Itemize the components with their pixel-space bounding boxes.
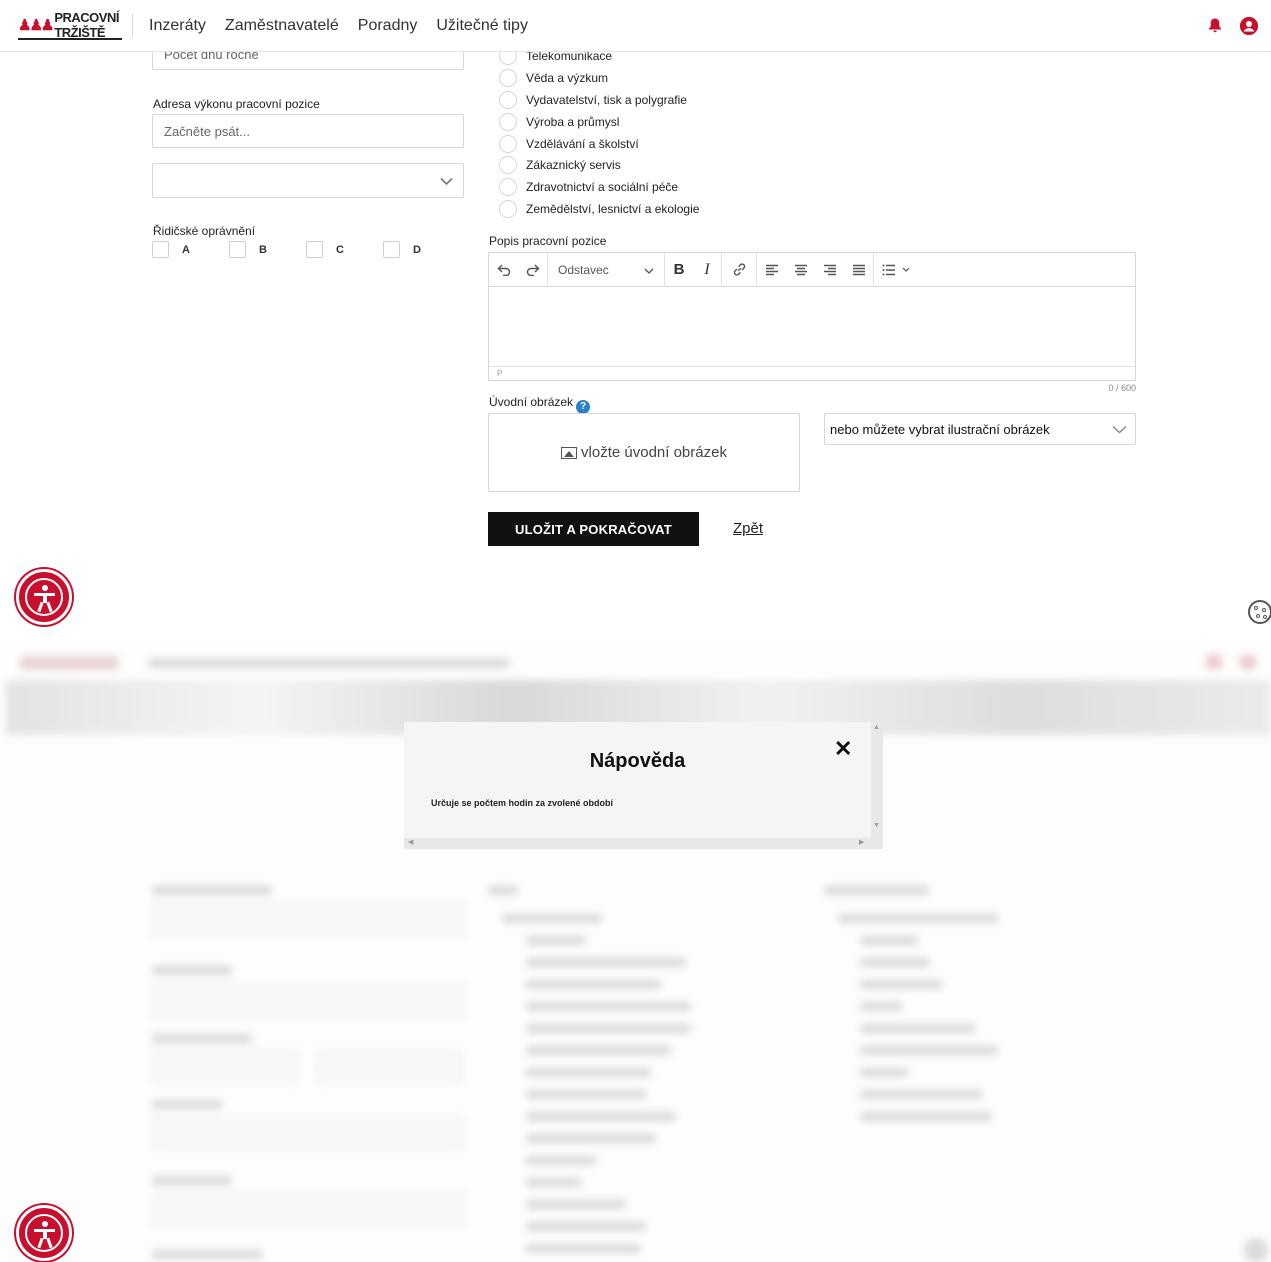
checkbox[interactable]: [229, 241, 246, 258]
intro-image-label-text: Úvodní obrázek: [489, 395, 574, 409]
align-center-icon[interactable]: [786, 253, 815, 287]
scroll-right-arrow-icon[interactable]: ▶: [859, 838, 864, 846]
nav-item-inzeraty[interactable]: Inzeráty: [149, 17, 206, 35]
sector-option[interactable]: Výroba a průmysl: [499, 111, 699, 133]
scroll-down-arrow-icon[interactable]: ▼: [873, 822, 880, 829]
driving-license-options: A B C D: [152, 241, 460, 258]
align-justify-icon[interactable]: [844, 253, 873, 287]
undo-icon[interactable]: [489, 253, 519, 287]
help-modal: Nápověda ✕ Určuje se počtem hodin za zvo…: [404, 722, 883, 849]
close-icon[interactable]: ✕: [834, 736, 852, 762]
align-right-icon[interactable]: [815, 253, 844, 287]
license-label-c: C: [336, 243, 344, 256]
sector-label: Věda a výzkum: [526, 70, 609, 85]
chevron-down-icon: [902, 267, 910, 272]
license-checkbox-a[interactable]: A: [152, 241, 229, 258]
editor-toolbar: Odstavec B I: [489, 252, 1135, 287]
accessibility-button[interactable]: [16, 1205, 72, 1261]
sector-label: Zdravotnictví a sociální péče: [526, 180, 679, 195]
upload-text: vložte úvodní obrázek: [581, 444, 727, 461]
editor-path-status: P: [489, 366, 1135, 380]
sector-label: Výroba a průmysl: [526, 114, 620, 129]
sector-option[interactable]: Vzdělávání a školství: [499, 133, 699, 155]
description-label: Popis pracovní pozice: [489, 234, 607, 248]
address-placeholder: Začněte psát...: [164, 123, 250, 139]
chevron-down-icon: [1112, 422, 1127, 437]
illustration-select-value: nebo můžete vybrat ilustrační obrázek: [830, 421, 1050, 437]
address-input[interactable]: Začněte psát...: [152, 114, 464, 148]
sector-option[interactable]: Zemědělství, lesnictví a ekologie: [499, 198, 699, 220]
license-label-d: D: [413, 243, 421, 256]
sector-label: Vzdělávání a školství: [526, 136, 639, 151]
top-navigation-bar: ♟♟♟ PRACOVNÍ TRŽIŠTĚ Inzeráty Zaměstnava…: [0, 0, 1271, 52]
nav-item-poradny[interactable]: Poradny: [358, 17, 418, 35]
nav-item-uzitecne-tipy[interactable]: Užitečné tipy: [436, 17, 528, 35]
save-and-continue-button[interactable]: ULOŽIT A POKRAČOVAT: [488, 512, 699, 546]
help-icon[interactable]: ?: [576, 400, 591, 414]
align-left-icon[interactable]: [757, 253, 786, 287]
radio[interactable]: [499, 68, 517, 87]
license-label-b: B: [259, 243, 267, 256]
italic-button[interactable]: I: [693, 253, 721, 287]
back-link[interactable]: Zpět: [733, 520, 763, 537]
scroll-up-arrow-icon[interactable]: ▲: [873, 724, 880, 731]
user-icon[interactable]: [1240, 17, 1258, 35]
chevron-down-icon: [440, 173, 453, 188]
editor-content-area[interactable]: [489, 287, 1135, 366]
address-label: Adresa výkonu pracovní pozice: [153, 97, 320, 111]
radio[interactable]: [499, 200, 517, 219]
modal-title: Nápověda: [589, 750, 686, 772]
scroll-left-arrow-icon[interactable]: ◀: [408, 838, 413, 846]
sector-option[interactable]: Vydavatelství, tisk a polygrafie: [499, 89, 699, 111]
cookie-settings-icon[interactable]: [1248, 600, 1271, 624]
link-icon[interactable]: [722, 253, 756, 287]
intro-image-label: Úvodní obrázek?: [489, 395, 591, 414]
checkbox[interactable]: [152, 241, 169, 258]
sector-radio-list: Telekomunikace Věda a výzkum Vydavatelst…: [499, 45, 699, 220]
accessibility-button[interactable]: [16, 569, 72, 625]
logo-text: PRACOVNÍ TRŽIŠTĚ: [54, 10, 119, 40]
bulleted-list-icon[interactable]: [874, 253, 918, 287]
bold-button[interactable]: B: [665, 253, 693, 287]
license-label-a: A: [182, 243, 190, 256]
redo-icon[interactable]: [519, 253, 547, 287]
checkbox[interactable]: [306, 241, 323, 258]
radio[interactable]: [499, 90, 517, 109]
accessibility-icon: [25, 1214, 63, 1252]
sector-label: Zákaznický servis: [526, 158, 621, 173]
radio[interactable]: [499, 156, 517, 175]
rich-text-editor: Odstavec B I P: [488, 252, 1136, 381]
sector-option[interactable]: Zdravotnictví a sociální péče: [499, 176, 699, 198]
nav-item-zamestnavatele[interactable]: Zaměstnavatelé: [225, 17, 339, 35]
sector-label: Vydavatelství, tisk a polygrafie: [526, 92, 687, 107]
character-counter: 0 / 600: [1108, 383, 1136, 393]
paragraph-style-value: Odstavec: [558, 262, 609, 277]
bell-icon[interactable]: [1206, 17, 1224, 35]
sector-option[interactable]: Zákaznický servis: [499, 154, 699, 176]
radio[interactable]: [499, 134, 517, 153]
checkbox[interactable]: [383, 241, 400, 258]
radio[interactable]: [499, 178, 517, 197]
main-nav: Inzeráty Zaměstnavatelé Poradny Užitečné…: [149, 17, 528, 35]
radio[interactable]: [499, 112, 517, 131]
sector-option[interactable]: Věda a výzkum: [499, 67, 699, 89]
license-checkbox-b[interactable]: B: [229, 241, 306, 258]
chevron-down-icon: [644, 263, 654, 277]
image-upload-area[interactable]: vložte úvodní obrázek: [488, 413, 800, 492]
logo-figures-icon: ♟♟♟: [18, 17, 54, 34]
driving-license-label: Řidičské oprávnění: [153, 224, 256, 238]
paragraph-style-select[interactable]: Odstavec: [548, 253, 664, 287]
illustration-image-select[interactable]: nebo můžete vybrat ilustrační obrázek: [824, 413, 1136, 445]
image-icon: [561, 446, 578, 459]
divider: [132, 14, 133, 38]
address-select[interactable]: [152, 163, 464, 198]
modal-body-text: Určuje se počtem hodin za zvolené období: [431, 798, 614, 808]
sector-label: Zemědělství, lesnictví a ekologie: [526, 202, 700, 217]
license-checkbox-d[interactable]: D: [383, 241, 460, 258]
site-logo[interactable]: ♟♟♟ PRACOVNÍ TRŽIŠTĚ: [18, 10, 122, 40]
license-checkbox-c[interactable]: C: [306, 241, 383, 258]
accessibility-icon: [25, 578, 63, 616]
